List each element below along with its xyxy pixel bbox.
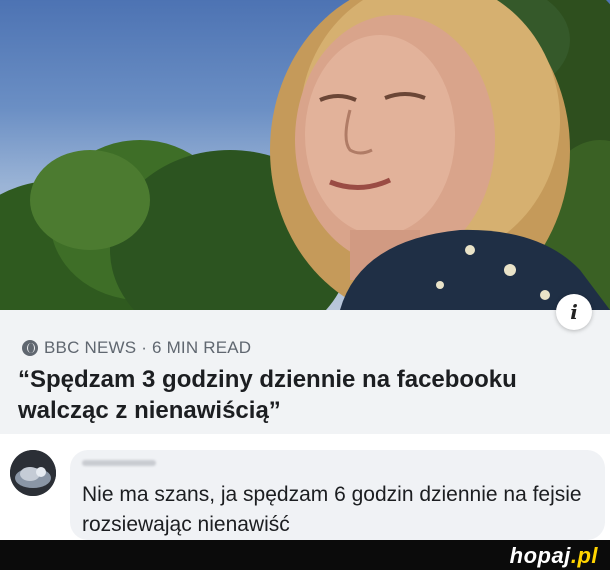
brand-main: hopaj xyxy=(509,543,571,568)
avatar-image xyxy=(10,450,56,496)
info-button[interactable]: i xyxy=(556,294,592,330)
brand-domain: .pl xyxy=(570,543,598,568)
commenter-name-redacted xyxy=(82,460,156,466)
avatar[interactable] xyxy=(10,450,56,496)
article-photo[interactable] xyxy=(0,0,610,310)
info-icon: i xyxy=(570,300,578,324)
article-headline[interactable]: “Spędzam 3 godziny dziennie na facebooku… xyxy=(18,364,558,426)
source-line: BBC NEWS · 6 MIN READ xyxy=(44,338,252,357)
photo-illustration xyxy=(0,0,610,310)
article-source: BBC NEWS · 6 MIN READ xyxy=(22,338,251,358)
globe-icon xyxy=(22,340,38,356)
comment-text: Nie ma szans, ja spędzam 6 godzin dzienn… xyxy=(82,483,582,536)
brand-watermark: hopaj.pl xyxy=(510,543,598,569)
